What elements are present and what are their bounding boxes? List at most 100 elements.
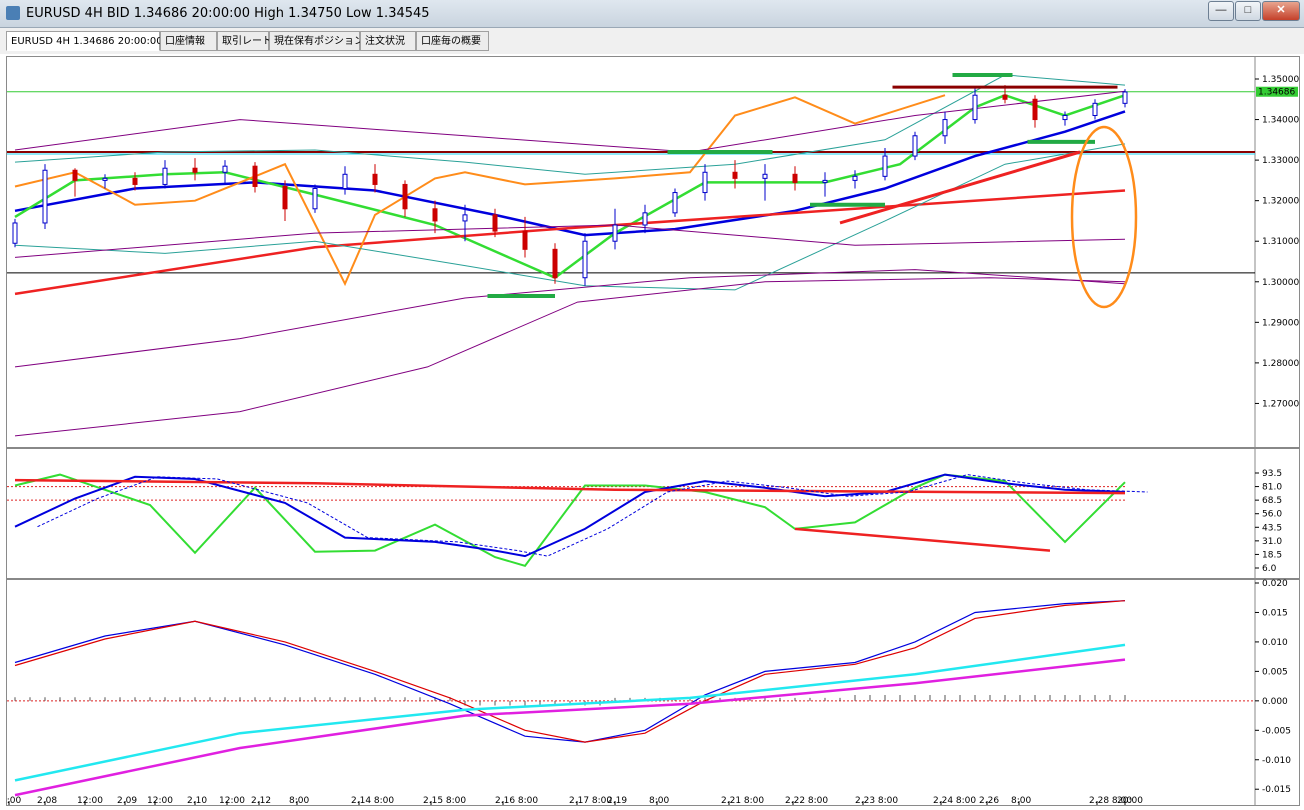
- tab-account-info[interactable]: 口座情報: [160, 31, 217, 51]
- candle-body: [432, 208, 438, 222]
- candle-body: [162, 167, 168, 185]
- app-icon: [6, 6, 20, 20]
- x-tick-label: 12:00: [219, 796, 245, 805]
- candle-body: [192, 167, 198, 173]
- x-tick-label: 2.26: [979, 796, 999, 805]
- maximize-button[interactable]: □: [1235, 1, 1261, 21]
- title-bar: EURUSD 4H BID 1.34686 20:00:00 High 1.34…: [0, 0, 1304, 28]
- tab-bar: EURUSD 4H 1.34686 20:00:00 口座情報 取引レート 現在…: [0, 28, 1304, 54]
- y-tick-label: 1.29000: [1262, 318, 1299, 328]
- macd-tick-label: -0.005: [1262, 726, 1291, 736]
- tab-account-summary[interactable]: 口座毎の概要: [416, 31, 489, 51]
- candle-body: [762, 173, 768, 179]
- candle-body: [492, 214, 498, 232]
- osc-tick-label: 56.0: [1262, 510, 1282, 520]
- candle-body: [552, 248, 558, 279]
- x-tick-label: 8:00: [1011, 796, 1031, 805]
- candle-body: [282, 185, 288, 210]
- candle-body: [702, 171, 708, 194]
- candle-body: [1002, 94, 1008, 100]
- x-tick-label: 2.12: [251, 796, 271, 805]
- x-tick-label: 8:00: [649, 796, 669, 805]
- macd-tick-label: 0.010: [1262, 638, 1288, 648]
- candle-body: [852, 175, 858, 181]
- tab-chart[interactable]: EURUSD 4H 1.34686 20:00:00: [6, 31, 163, 51]
- candle-body: [222, 165, 228, 173]
- x-tick-label: 2.21 8:00: [721, 796, 764, 805]
- macd-tick-label: 0.020: [1262, 579, 1288, 589]
- x-tick-label: 2.17 8:00: [569, 796, 612, 805]
- y-tick-label: 1.34000: [1262, 116, 1299, 126]
- candle-body: [882, 155, 888, 177]
- candle-body: [972, 94, 978, 121]
- candle-body: [522, 230, 528, 250]
- env_purple_low2: [14, 277, 1126, 437]
- y-tick-label: 1.31000: [1262, 237, 1299, 247]
- candle-body: [822, 179, 828, 183]
- x-tick-label: 2.09: [117, 796, 137, 805]
- x-tick-label: 2.22 8:00: [785, 796, 828, 805]
- close-button[interactable]: ✕: [1262, 1, 1300, 21]
- macd-tick-label: 0.005: [1262, 667, 1288, 677]
- x-tick-label: 20:00: [1117, 796, 1143, 805]
- candle-body: [792, 173, 798, 183]
- window-title: EURUSD 4H BID 1.34686 20:00:00 High 1.34…: [26, 6, 430, 21]
- osc-tick-label: 93.5: [1262, 469, 1282, 479]
- x-tick-label: 2.14 8:00: [351, 796, 394, 805]
- x-tick-label: 2.19: [607, 796, 627, 805]
- x-tick-label: 2.16 8:00: [495, 796, 538, 805]
- candle-body: [72, 169, 78, 181]
- candle-body: [732, 171, 738, 179]
- x-tick-label: 8:00: [289, 796, 309, 805]
- candle-body: [1092, 102, 1098, 116]
- candle-body: [252, 165, 258, 187]
- macd-series-line: [14, 600, 1126, 743]
- env_purple_lower: [14, 269, 1126, 368]
- current-price-label: 1.34686: [1258, 88, 1295, 98]
- x-tick-label: 2:00: [7, 796, 21, 805]
- candle-body: [102, 177, 108, 181]
- tab-rates[interactable]: 取引レート: [217, 31, 272, 51]
- candle-body: [132, 177, 138, 185]
- osc-tick-label: 31.0: [1262, 537, 1282, 547]
- chart-svg[interactable]: 1.35000 1.34000 1.33000 1.32000 1.31000 1.300…: [1, 57, 1299, 806]
- y-tick-label: 1.30000: [1262, 278, 1299, 288]
- candle-body: [12, 222, 18, 244]
- macd-series-line: [14, 600, 1126, 743]
- osc-tick-label: 6.0: [1262, 564, 1277, 574]
- tab-positions[interactable]: 現在保有ポジション: [269, 31, 364, 51]
- bb_teal_upper: [14, 74, 1126, 175]
- candle-body: [582, 240, 588, 279]
- candle-body: [42, 169, 48, 224]
- candle-body: [462, 214, 468, 222]
- y-tick-label: 1.27000: [1262, 399, 1299, 409]
- macd-tick-label: -0.010: [1262, 756, 1291, 766]
- macd-tick-label: -0.015: [1262, 785, 1291, 795]
- candle-body: [1032, 98, 1038, 121]
- candle-body: [312, 188, 318, 210]
- candle-body: [1122, 91, 1128, 104]
- x-tick-label: 2.15 8:00: [423, 796, 466, 805]
- osc-series-line: [794, 527, 1051, 552]
- x-tick-label: 2.08: [37, 796, 57, 805]
- candle-body: [672, 192, 678, 214]
- candle-body: [1062, 115, 1068, 121]
- tab-orders[interactable]: 注文状況: [360, 31, 416, 51]
- candle-body: [642, 212, 648, 226]
- x-tick-label: 2.24 8:00: [933, 796, 976, 805]
- candle-body: [342, 173, 348, 190]
- osc-series-line: [14, 478, 1126, 495]
- macd-tick-label: 0.000: [1262, 697, 1288, 707]
- osc-tick-label: 43.5: [1262, 523, 1282, 533]
- candle-body: [912, 135, 918, 157]
- osc-tick-label: 18.5: [1262, 550, 1282, 560]
- candle-body: [612, 224, 618, 242]
- macd-series-line: [14, 658, 1126, 797]
- minimize-button[interactable]: —: [1208, 1, 1234, 21]
- macd-tick-label: 0.015: [1262, 608, 1288, 618]
- osc-tick-label: 68.5: [1262, 496, 1282, 506]
- x-tick-label: 2.10: [187, 796, 207, 805]
- chart-area[interactable]: 1.35000 1.34000 1.33000 1.32000 1.31000 1.300…: [1, 56, 1300, 806]
- y-tick-label: 1.35000: [1262, 75, 1299, 85]
- y-tick-label: 1.32000: [1262, 197, 1299, 207]
